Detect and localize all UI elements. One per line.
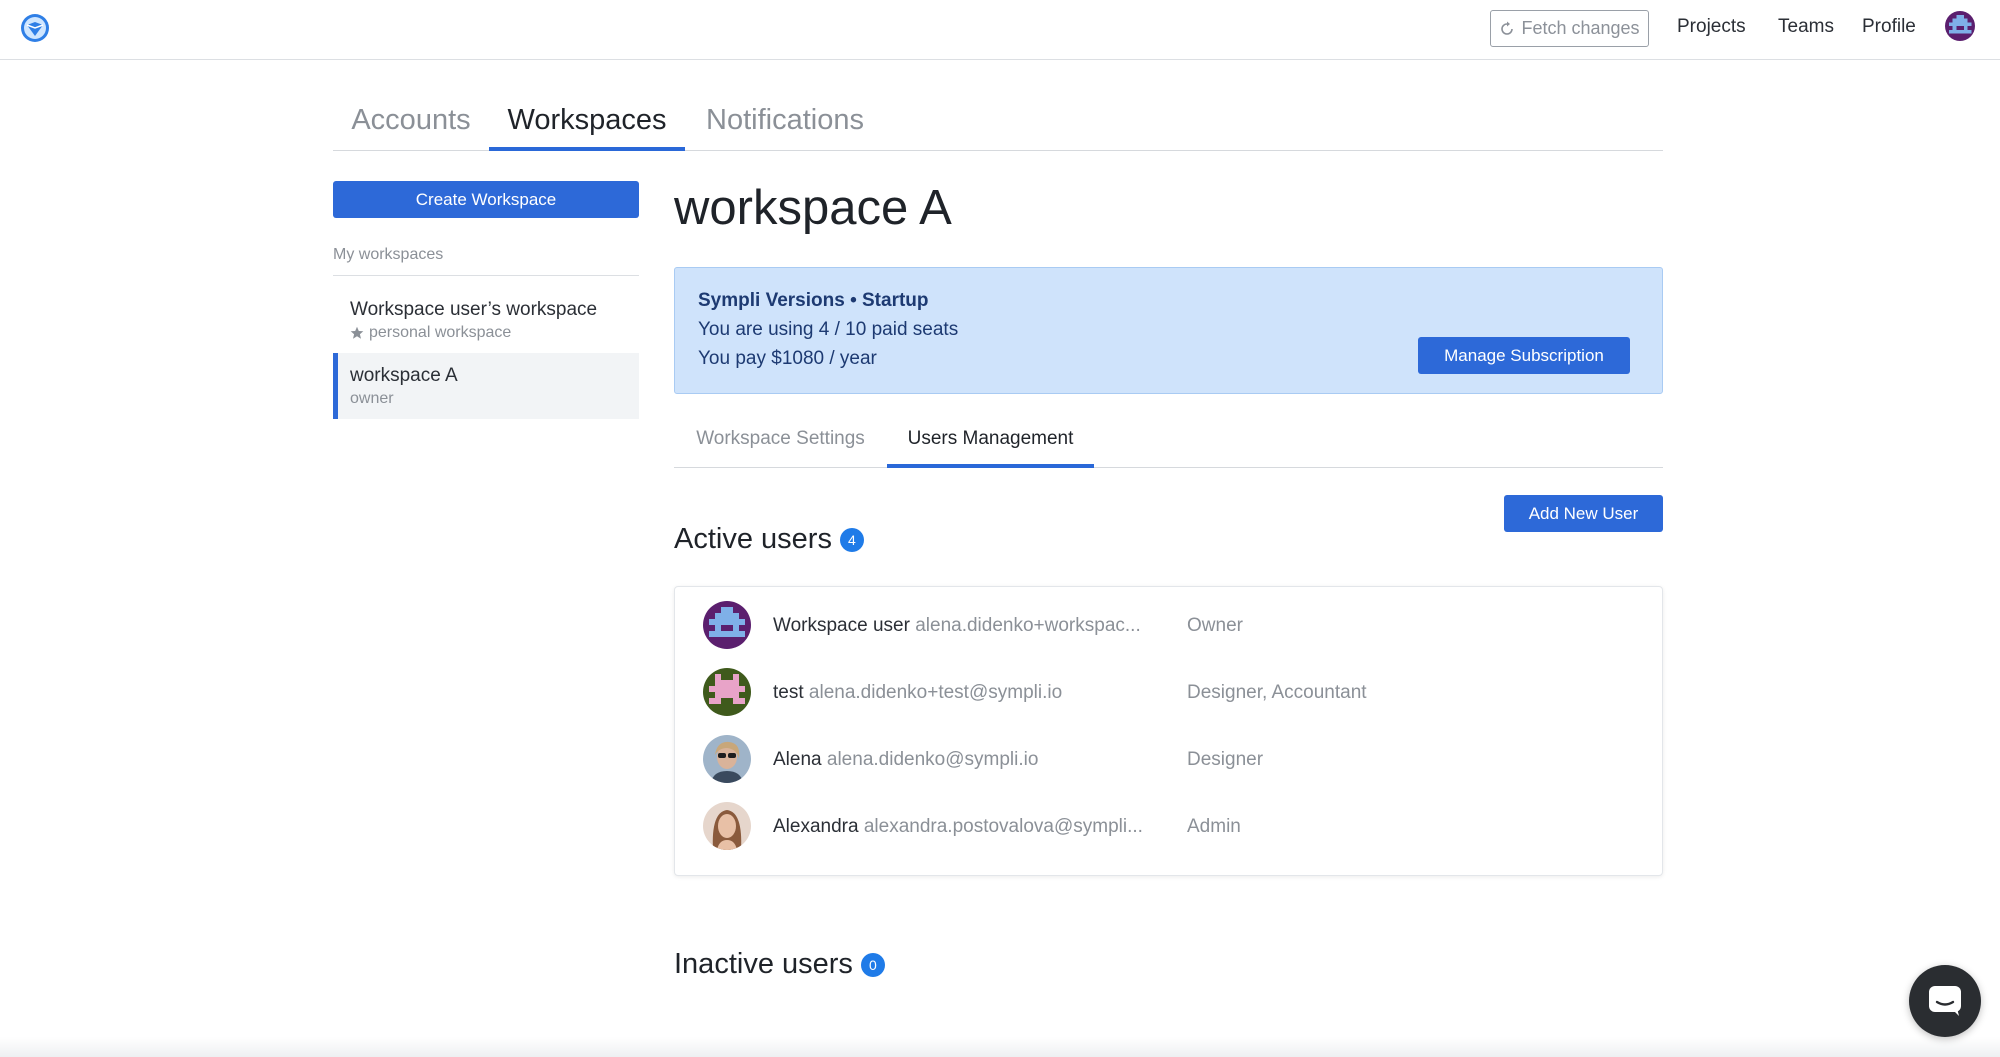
- page-bottom-divider: [0, 1037, 2000, 1057]
- user-email: alexandra.postovalova@sympli...: [863, 816, 1143, 837]
- plan-title: Sympli Versions • Startup: [698, 290, 929, 311]
- active-users-list: Workspace user alena.didenko+workspac...…: [674, 586, 1663, 876]
- user-identity: Workspace user alena.didenko+workspac...: [773, 615, 1141, 637]
- workspace-name: Workspace user’s workspace: [350, 299, 598, 320]
- user-identity: Alexandra alexandra.postovalova@sympli..…: [773, 816, 1143, 838]
- user-avatar: [703, 735, 751, 783]
- user-row[interactable]: Alexandra alexandra.postovalova@sympli..…: [675, 788, 1664, 855]
- inactive-users-title: Inactive users: [674, 948, 853, 980]
- user-identity: test alena.didenko+test@sympli.io: [773, 682, 1062, 704]
- user-row[interactable]: test alena.didenko+test@sympli.io Design…: [675, 654, 1664, 721]
- tab-notifications[interactable]: Notifications: [685, 100, 885, 151]
- workspace-tabs: Workspace Settings Users Management: [674, 423, 1663, 468]
- settings-tabs: Accounts Workspaces Notifications: [333, 100, 1663, 151]
- user-identity: Alena alena.didenko@sympli.io: [773, 749, 1038, 771]
- workspace-role: owner: [350, 390, 394, 407]
- top-bar: Fetch changes Projects Teams Profile: [0, 0, 2000, 60]
- nav-teams[interactable]: Teams: [1778, 16, 1834, 38]
- fetch-changes-button[interactable]: Fetch changes: [1490, 10, 1649, 47]
- user-row[interactable]: Workspace user alena.didenko+workspac...…: [675, 587, 1664, 654]
- active-users-title: Active users: [674, 523, 832, 555]
- nav-projects[interactable]: Projects: [1677, 16, 1746, 38]
- user-email: alena.didenko@sympli.io: [826, 749, 1039, 770]
- tab-users-management[interactable]: Users Management: [887, 423, 1094, 468]
- subscription-panel: Sympli Versions • Startup You are using …: [674, 267, 1663, 394]
- inactive-users-count-badge: 0: [860, 952, 885, 977]
- user-role: Owner: [1187, 615, 1243, 636]
- star-icon: [350, 326, 364, 340]
- user-avatar: [703, 802, 751, 850]
- inactive-users-heading: Inactive users 0: [674, 948, 885, 981]
- user-avatar: [703, 668, 751, 716]
- active-users-heading: Active users 4: [674, 523, 864, 556]
- user-name: Workspace user: [773, 615, 910, 636]
- refresh-icon: [1499, 21, 1515, 37]
- tab-accounts[interactable]: Accounts: [333, 100, 489, 151]
- active-users-count-badge: 4: [839, 527, 864, 552]
- tab-workspaces[interactable]: Workspaces: [489, 100, 685, 151]
- page-title: workspace A: [674, 181, 952, 235]
- user-name: test: [773, 682, 804, 703]
- add-new-user-button[interactable]: Add New User: [1504, 495, 1663, 532]
- tab-workspace-settings[interactable]: Workspace Settings: [674, 423, 887, 468]
- user-name: Alena: [773, 749, 822, 770]
- workspace-type: personal workspace: [369, 324, 512, 341]
- sidebar-item-workspace-a[interactable]: workspace A owner: [333, 353, 639, 419]
- user-row[interactable]: Alena alena.didenko@sympli.io Designer: [675, 721, 1664, 788]
- user-role: Designer, Accountant: [1187, 682, 1367, 703]
- user-email: alena.didenko+workspac...: [915, 615, 1141, 636]
- workspace-subtitle: personal workspace: [350, 324, 639, 342]
- nav-profile[interactable]: Profile: [1862, 16, 1916, 38]
- my-workspaces-heading: My workspaces: [333, 246, 639, 276]
- sidebar-item-personal-workspace[interactable]: Workspace user’s workspace personal work…: [333, 287, 639, 353]
- user-role: Designer: [1187, 749, 1264, 770]
- user-role: Admin: [1187, 816, 1241, 837]
- chat-icon[interactable]: [1909, 965, 1981, 1037]
- fetch-changes-label: Fetch changes: [1521, 18, 1640, 38]
- create-workspace-button[interactable]: Create Workspace: [333, 181, 639, 218]
- workspace-name: workspace A: [350, 365, 458, 386]
- sympli-logo-icon[interactable]: [20, 13, 50, 43]
- user-name: Alexandra: [773, 816, 859, 837]
- user-email: alena.didenko+test@sympli.io: [808, 682, 1063, 703]
- user-avatar[interactable]: [1945, 11, 1975, 41]
- manage-subscription-button[interactable]: Manage Subscription: [1418, 337, 1630, 374]
- user-avatar: [703, 601, 751, 649]
